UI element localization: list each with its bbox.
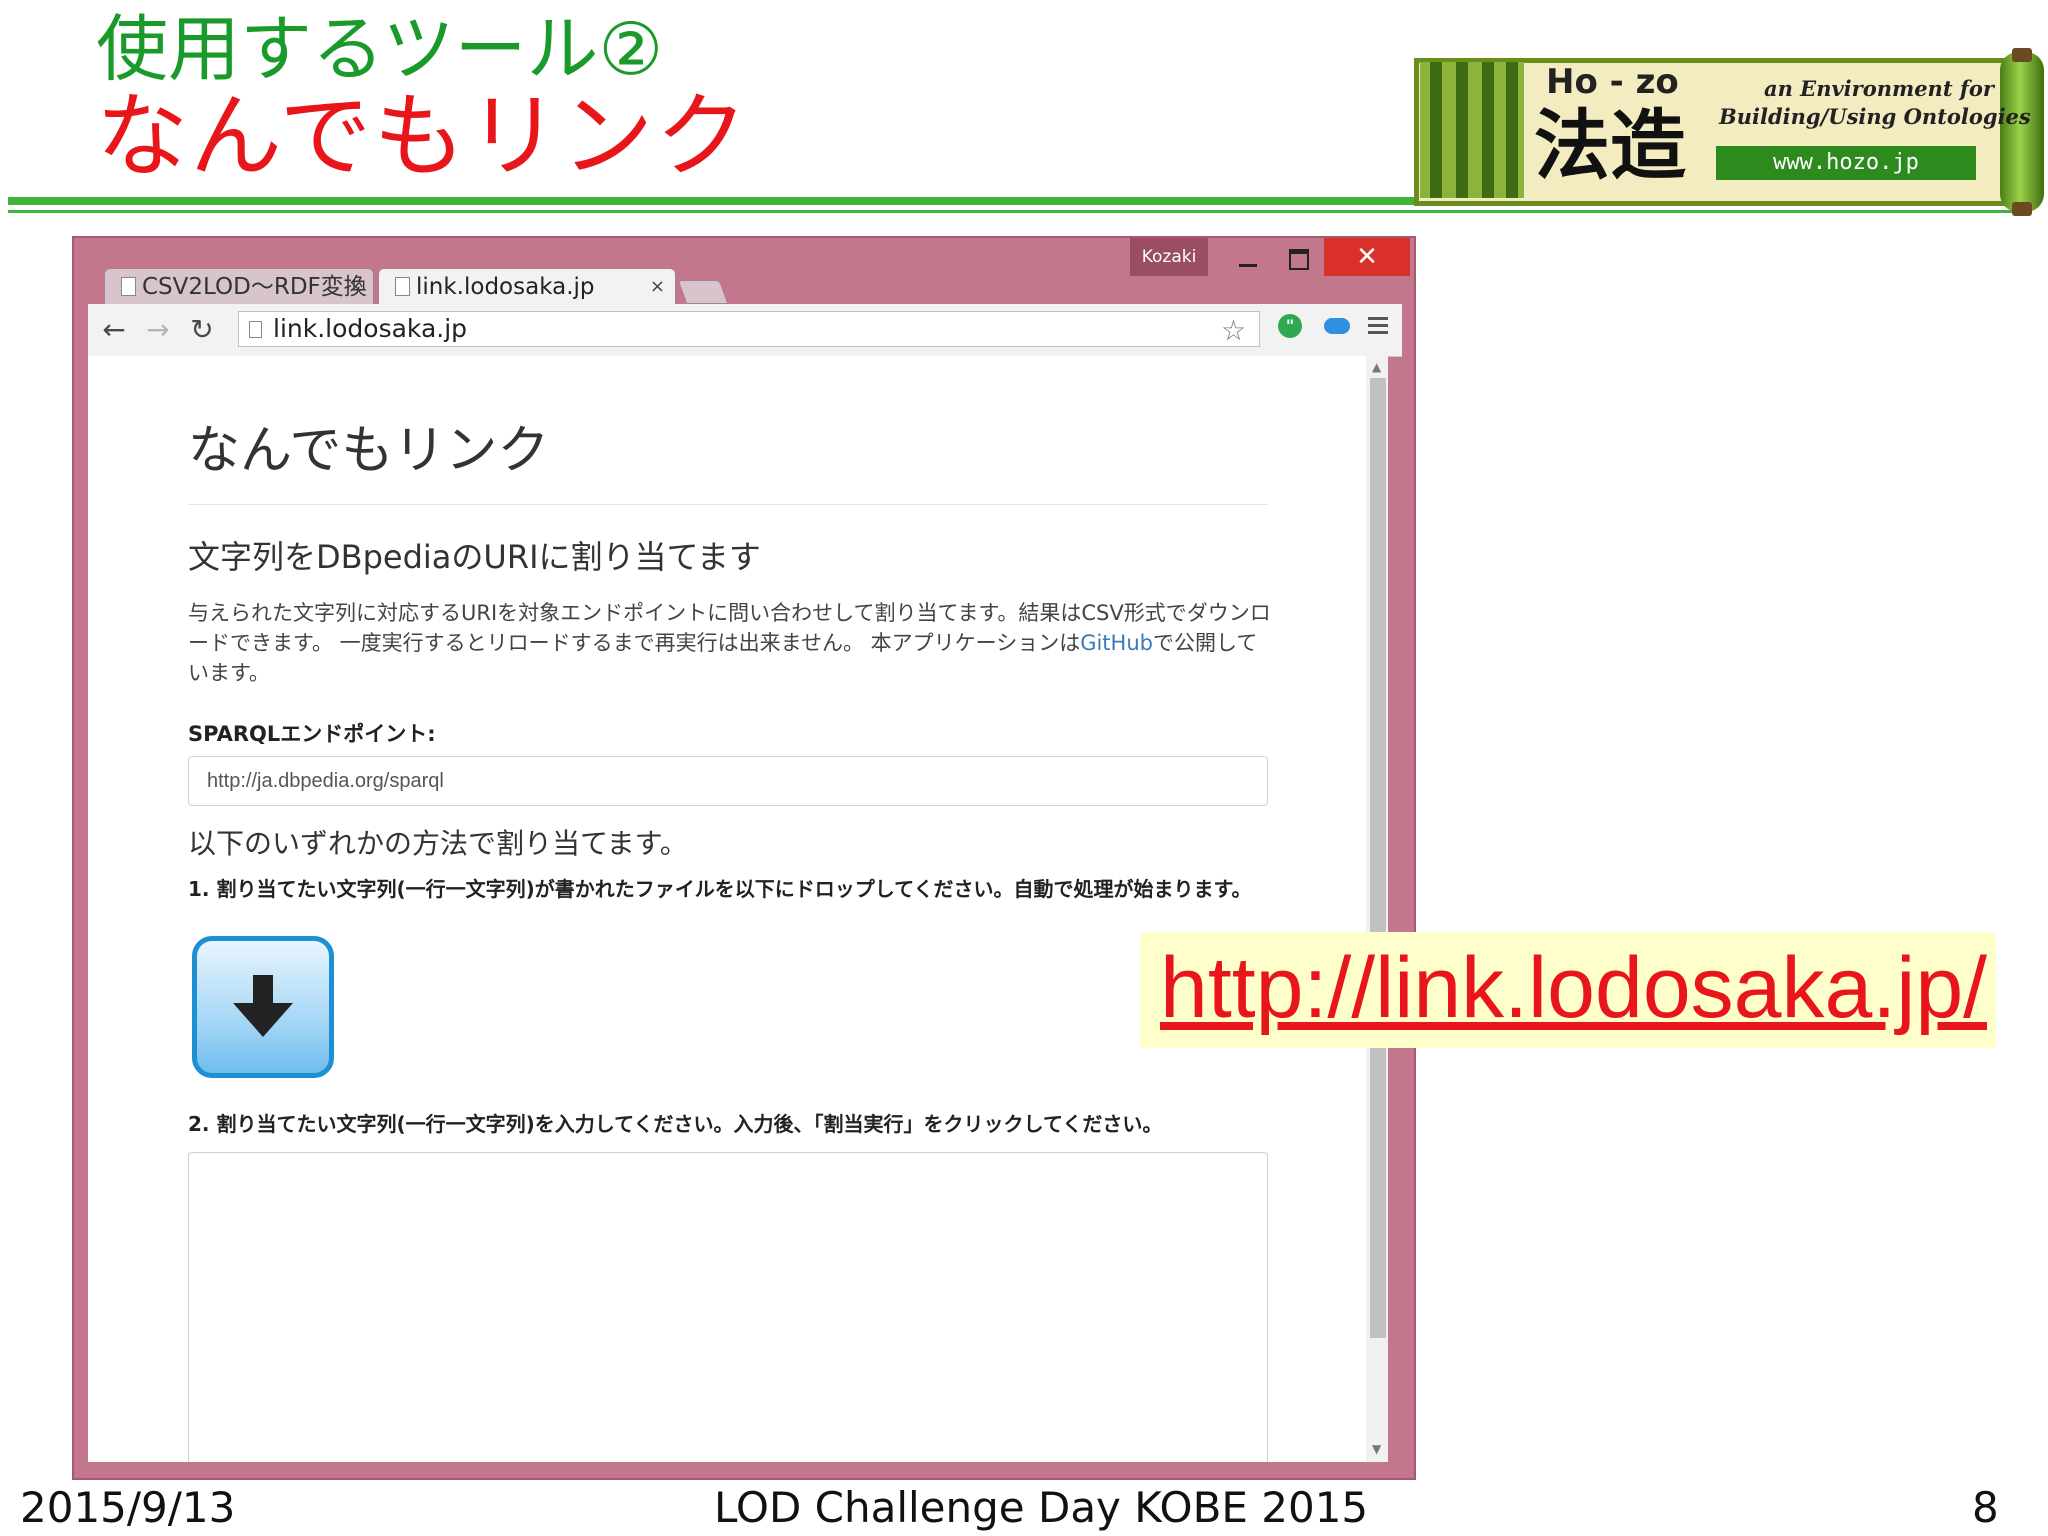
cloud-icon[interactable] xyxy=(1324,318,1350,334)
browser-window: Kozaki ✕ CSV2LOD〜RDF変換 × link.lodosaka.j… xyxy=(72,236,1416,1480)
browser-toolbar: ← → ↻ link.lodosaka.jp ☆ " xyxy=(88,304,1402,357)
tab-close-icon[interactable]: × xyxy=(348,269,363,305)
github-link[interactable]: GitHub xyxy=(1080,631,1153,655)
close-icon[interactable]: ✕ xyxy=(1324,238,1410,276)
maximize-icon[interactable] xyxy=(1274,240,1320,276)
endpoint-label: SPARQLエンドポイント: xyxy=(188,722,436,746)
slide-title-line2: なんでもリンク xyxy=(96,83,750,190)
logo-tagline-1: an Environment for xyxy=(1764,76,1994,101)
page-title: なんでもリンク xyxy=(188,421,550,481)
file-drop-zone[interactable] xyxy=(192,936,334,1078)
forward-icon[interactable]: → xyxy=(140,312,176,348)
tab-label: link.lodosaka.jp xyxy=(416,274,595,300)
page-description: 与えられた文字列に対応するURIを対象エンドポイントに問い合わせして割り当てます… xyxy=(188,598,1278,688)
tab-label: CSV2LOD〜RDF変換 xyxy=(142,274,367,300)
step2-instruction: 2. 割り当てたい文字列(一行一文字列)を入力してください。入力後、「割当実行」… xyxy=(188,1112,1163,1136)
reload-icon[interactable]: ↻ xyxy=(184,312,220,348)
menu-icon[interactable] xyxy=(1368,316,1388,336)
address-bar[interactable]: link.lodosaka.jp ☆ xyxy=(238,311,1260,347)
star-icon[interactable]: ☆ xyxy=(1221,317,1246,345)
scrollbar-thumb[interactable] xyxy=(1370,378,1386,1338)
footer-event: LOD Challenge Day KOBE 2015 xyxy=(714,1483,1369,1532)
page-icon xyxy=(249,321,262,338)
endpoint-input[interactable] xyxy=(188,756,1268,806)
logo-kanji-text: 法造 xyxy=(1534,101,1686,190)
footer-date: 2015/9/13 xyxy=(20,1483,236,1532)
scroll-up-icon[interactable]: ▲ xyxy=(1372,360,1381,374)
slide-title-line1: 使用するツール② xyxy=(96,7,664,91)
page-subtitle: 文字列をDBpediaのURIに割り当てます xyxy=(188,538,761,576)
title-divider xyxy=(8,197,1448,205)
page-icon xyxy=(121,277,136,296)
hangouts-icon[interactable]: " xyxy=(1278,314,1302,338)
methods-heading: 以下のいずれかの方法で割り当てます。 xyxy=(188,827,688,860)
tab-csv2lod[interactable]: CSV2LOD〜RDF変換 × xyxy=(104,268,374,305)
logo-url: www.hozo.jp xyxy=(1716,146,1976,180)
heading-divider xyxy=(188,504,1268,505)
minimize-icon[interactable] xyxy=(1224,240,1270,276)
download-arrow-icon xyxy=(233,975,293,1037)
logo-latin-text: Ho - zo xyxy=(1546,62,1679,102)
page-icon xyxy=(395,277,410,296)
back-icon[interactable]: ← xyxy=(96,312,132,348)
page-number: 8 xyxy=(1972,1483,1999,1532)
step1-instruction: 1. 割り当てたい文字列(一行一文字列)が書かれたファイルを以下にドロップしてく… xyxy=(188,877,1252,901)
scroll-down-icon[interactable]: ▼ xyxy=(1372,1442,1381,1456)
new-tab-button[interactable] xyxy=(677,280,729,304)
page-viewport: なんでもリンク 文字列をDBpediaのURIに割り当てます 与えられた文字列に… xyxy=(88,356,1384,1462)
url-callout: http://link.lodosaka.jp/ xyxy=(1140,932,1996,1048)
strings-textarea[interactable] xyxy=(188,1152,1268,1462)
bamboo-decoration xyxy=(1420,62,1524,198)
tab-link-lodosaka[interactable]: link.lodosaka.jp × xyxy=(378,268,676,305)
address-text[interactable]: link.lodosaka.jp xyxy=(273,312,467,346)
logo-tagline-2: Building/Using Ontologies xyxy=(1719,104,2031,129)
callout-url-link[interactable]: http://link.lodosaka.jp/ xyxy=(1160,930,1987,1046)
tab-close-icon[interactable]: × xyxy=(650,269,665,305)
hozo-logo: Ho - zo 法造 an Environment for Building/U… xyxy=(1414,48,2048,216)
scroll-roller xyxy=(2000,52,2044,212)
profile-badge[interactable]: Kozaki xyxy=(1130,238,1208,276)
